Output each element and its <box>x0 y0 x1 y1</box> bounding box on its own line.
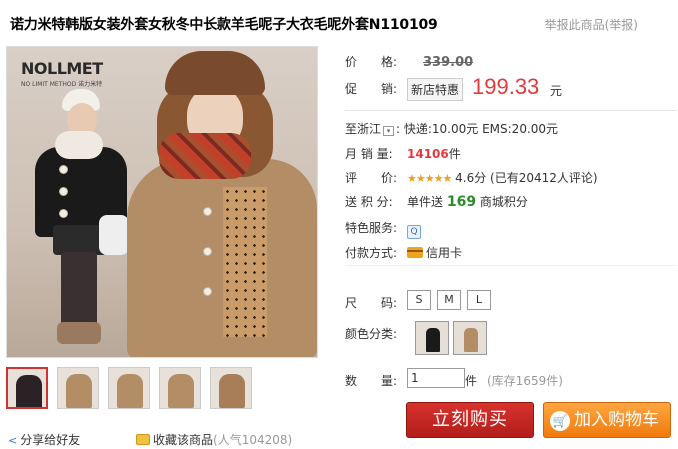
sales-label: 月 销 量: <box>345 147 393 161</box>
service-label: 特色服务: <box>345 221 398 235</box>
color-swatch-coat <box>464 328 478 352</box>
size-label: 尺 码: <box>345 296 398 310</box>
thumbnail-5[interactable] <box>210 367 252 409</box>
folder-icon <box>136 434 150 445</box>
add-to-cart-label: 加入购物车 <box>574 410 659 430</box>
color-label: 颜色分类: <box>345 327 398 341</box>
sales-count: 14106 <box>407 147 449 161</box>
quantity-input[interactable]: 1 <box>407 368 465 388</box>
thumbnail-coat <box>219 374 245 408</box>
payment-method: 信用卡 <box>426 246 463 260</box>
points-row: 送 积 分: 单件送 169 商城积分 <box>345 193 528 210</box>
sales-row: 月 销 量: 14106件 <box>345 145 461 162</box>
price-row: 价 格: 339.00 <box>345 53 473 70</box>
thumbnail-1[interactable] <box>6 367 48 409</box>
quantity-label: 数 量: <box>345 374 398 388</box>
size-option-m[interactable]: M <box>437 290 461 310</box>
size-option-l[interactable]: L <box>467 290 491 310</box>
cart-icon: 🛒 <box>550 411 570 431</box>
model-large-coat <box>127 159 317 357</box>
thumbnail-4[interactable] <box>159 367 201 409</box>
brand-logo: NOLLMET NO LIMIT METHOD 诺力米特 <box>21 59 103 88</box>
color-row: 颜色分类: <box>345 321 545 359</box>
rating-row: 评 价: ★★★★★ 4.6分 (已有20412人评论) <box>345 169 598 186</box>
model-plaid-scarf <box>159 133 251 179</box>
brand-logo-text: NOLLMET <box>21 59 103 78</box>
coat-button <box>59 187 68 196</box>
price-label: 价 格: <box>345 55 398 69</box>
stock-count: (库存1659件) <box>487 374 563 388</box>
coat-button <box>203 287 212 296</box>
rating-text[interactable]: 4.6分 (已有20412人评论) <box>455 171 597 185</box>
buy-now-button[interactable]: 立刻购买 <box>406 402 534 438</box>
color-option-camel[interactable] <box>453 321 487 355</box>
star-rating-icon: ★★★★★ <box>407 172 452 185</box>
credit-card-icon <box>407 247 423 258</box>
report-link[interactable]: 举报此商品(举报) <box>545 16 638 33</box>
thumbnail-3[interactable] <box>108 367 150 409</box>
divider <box>345 265 677 266</box>
promo-price: 199.33 <box>472 74 540 99</box>
model-small-legs <box>61 252 97 330</box>
sales-unit: 件 <box>448 147 461 161</box>
service-row: 特色服务: Q <box>345 219 421 239</box>
quantity-unit: 件 <box>465 374 478 388</box>
chevron-down-icon[interactable]: ▾ <box>383 126 395 136</box>
share-link[interactable]: < 分享给好友 <box>8 431 80 448</box>
coat-button <box>203 207 212 216</box>
rating-label: 评 价: <box>345 171 398 185</box>
shipping-row: 至浙江 ▾: 快递:10.00元 EMS:20.00元 <box>345 120 558 137</box>
quantity-row: 数 量: 1 件 (库存1659件) <box>345 368 585 392</box>
model-handbag <box>99 215 129 255</box>
color-swatch-coat <box>426 328 440 352</box>
favorite-link[interactable]: 收藏该商品(人气104208) <box>136 431 292 448</box>
payment-row: 付款方式: 信用卡 <box>345 244 462 261</box>
thumbnail-coat <box>117 374 143 408</box>
size-option-s[interactable]: S <box>407 290 431 310</box>
share-label: 分享给好友 <box>20 433 81 447</box>
promo-label: 促 销: <box>345 82 398 96</box>
thumbnail-coat <box>66 374 92 408</box>
thumbnail-coat <box>168 374 194 408</box>
model-large-hat <box>165 51 265 95</box>
color-options <box>415 321 487 355</box>
coat-button <box>59 165 68 174</box>
original-price: 339.00 <box>423 55 474 70</box>
shipping-cost: : 快递:10.00元 EMS:20.00元 <box>396 122 559 136</box>
thumbnail-strip <box>6 367 252 409</box>
promo-badge: 新店特惠 <box>407 78 464 101</box>
coat-button <box>203 247 212 256</box>
product-title: 诺力米特韩版女装外套女秋冬中长款羊毛呢子大衣毛呢外套N110109 <box>10 17 438 33</box>
divider <box>345 110 677 111</box>
size-row: 尺 码: S M L <box>345 290 545 314</box>
points-label: 送 积 分: <box>345 195 393 209</box>
brand-logo-subtext: NO LIMIT METHOD 诺力米特 <box>21 81 103 88</box>
payment-label: 付款方式: <box>345 246 398 260</box>
model-small-scarf <box>55 131 103 159</box>
thumbnail-coat <box>16 375 42 407</box>
main-product-image[interactable]: NOLLMET NO LIMIT METHOD 诺力米特 <box>6 46 318 358</box>
shipping-region[interactable]: 至浙江 <box>345 122 381 136</box>
thumbnail-2[interactable] <box>57 367 99 409</box>
points-suffix: 商城积分 <box>479 195 528 209</box>
share-icon: < <box>8 434 18 447</box>
color-option-black[interactable] <box>415 321 449 355</box>
popularity-count: (人气104208) <box>213 433 293 447</box>
points-value: 169 <box>446 194 477 210</box>
favorite-label: 收藏该商品 <box>153 433 214 447</box>
coat-button <box>59 209 68 218</box>
model-small-boots <box>57 322 101 344</box>
model-leopard-top <box>223 187 267 337</box>
size-options: S M L <box>407 290 491 310</box>
add-to-cart-button[interactable]: 🛒 加入购物车 <box>543 402 671 438</box>
promo-row: 促 销: 新店特惠 199.33 元 <box>345 74 585 104</box>
currency-unit: 元 <box>550 84 563 98</box>
points-prefix: 单件送 <box>407 195 444 209</box>
magnifier-icon[interactable]: Q <box>407 225 421 239</box>
